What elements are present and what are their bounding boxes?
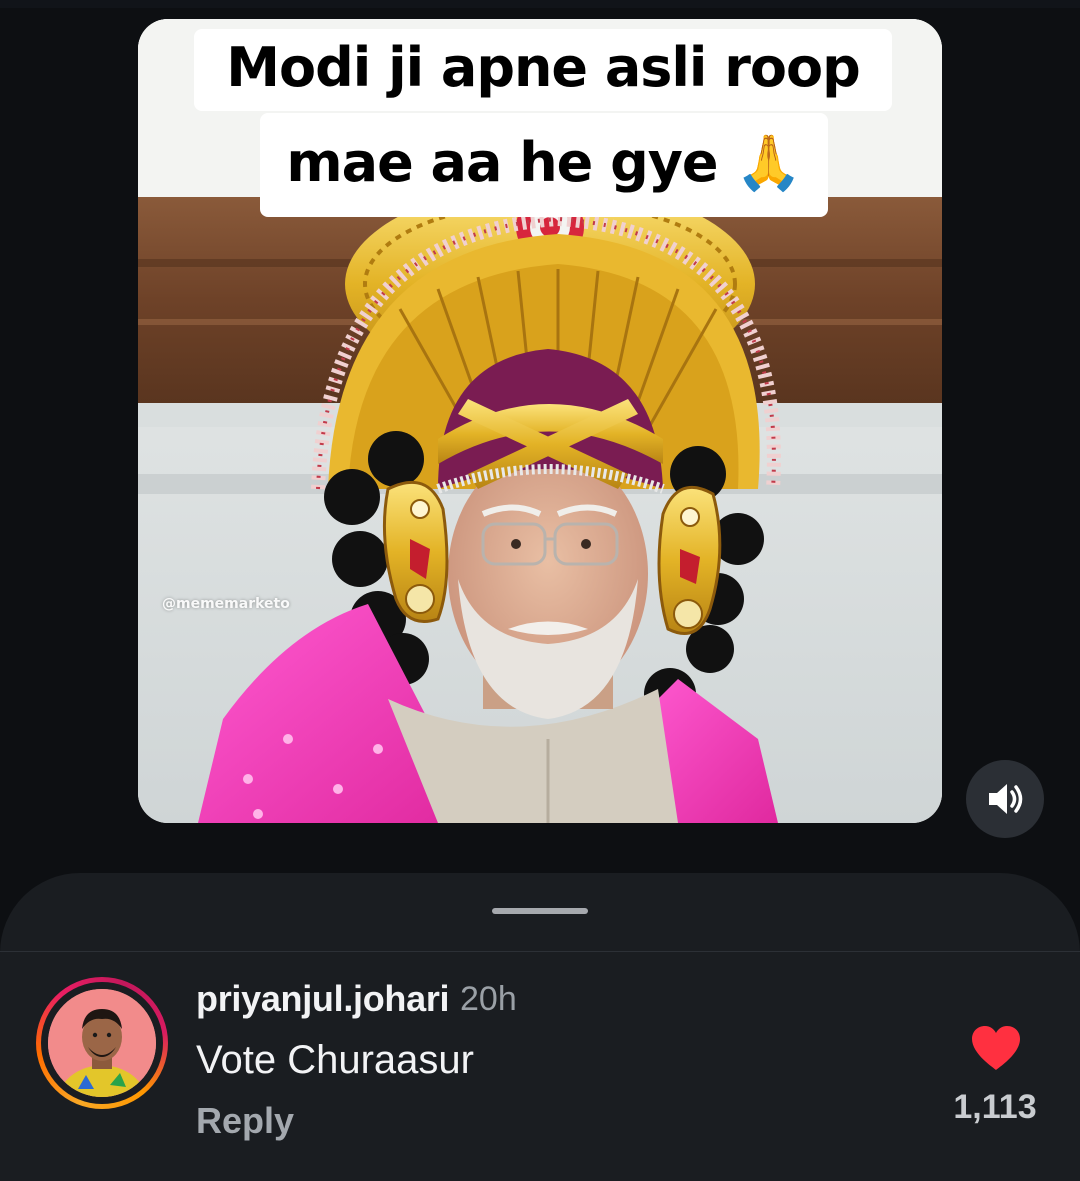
avatar-story-ring[interactable] [36, 977, 168, 1109]
watermark: @mememarketo [162, 596, 290, 612]
top-strip [0, 0, 1080, 8]
page: Modi ji apne asli roop mae aa he gye 🙏 @… [0, 0, 1080, 1181]
comment-username[interactable]: priyanjul.johari [196, 978, 450, 1020]
speaker-volume-icon [989, 784, 1023, 814]
sheet-drag-handle[interactable] [492, 908, 588, 914]
avatar-image [48, 989, 156, 1097]
volume-button[interactable] [966, 760, 1044, 838]
post-media[interactable]: Modi ji apne asli roop mae aa he gye 🙏 @… [138, 19, 942, 823]
comment-timestamp: 20h [460, 980, 517, 1018]
heart-icon [972, 1026, 1020, 1070]
like-button[interactable] [970, 1024, 1022, 1072]
avatar [48, 989, 156, 1097]
like-count: 1,113 [953, 1088, 1037, 1126]
caption-line-2: mae aa he gye 🙏 [260, 113, 828, 217]
reply-button[interactable]: Reply [196, 1100, 294, 1142]
avatar-gap [41, 982, 163, 1104]
caption-line-1: Modi ji apne asli roop [194, 29, 892, 111]
sheet-divider [0, 951, 1080, 952]
comment-text: Vote Churaasur [196, 1038, 474, 1082]
